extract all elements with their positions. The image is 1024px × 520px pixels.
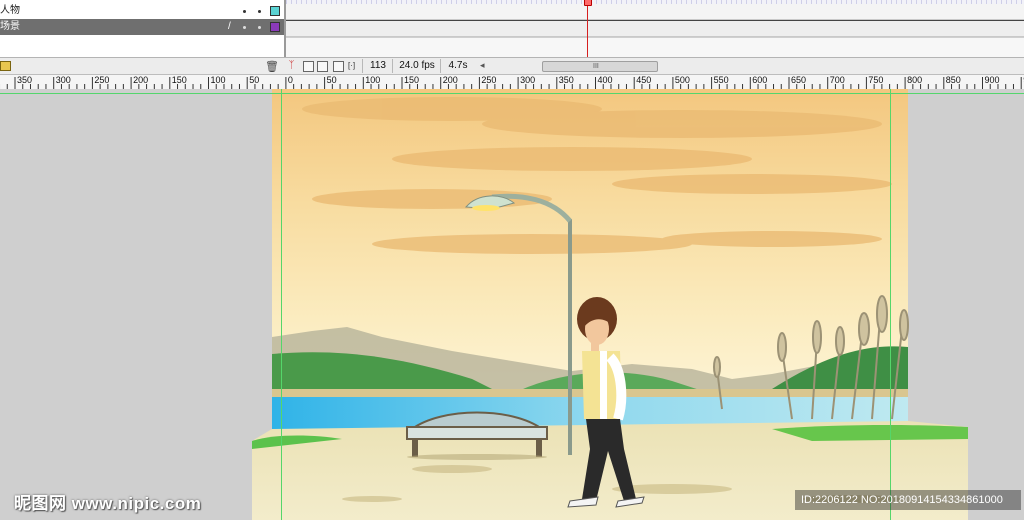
scrollbar-grip: III xyxy=(593,63,599,70)
layer-row-background[interactable]: 场景 / xyxy=(0,19,284,35)
ruler-label: 550 xyxy=(713,75,729,85)
edit-multiple-frames-icon[interactable] xyxy=(333,61,344,72)
playhead[interactable] xyxy=(587,0,588,57)
visibility-dot-icon[interactable] xyxy=(243,10,246,13)
frame-row[interactable] xyxy=(286,4,1024,20)
new-folder-icon[interactable] xyxy=(0,61,11,71)
layer-name: 人物 xyxy=(0,5,20,16)
image-id-overlay: ID:2206122 NO:20180914154334861000 xyxy=(795,490,1021,510)
guide-line-vertical[interactable] xyxy=(281,89,282,520)
pencil-icon: / xyxy=(228,21,231,32)
trash-icon[interactable]: 🗑 xyxy=(265,60,279,73)
modify-onion-markers-icon[interactable]: [·] xyxy=(347,61,356,70)
ruler-label: 900 xyxy=(984,75,1000,85)
ruler-label: 600 xyxy=(752,75,768,85)
layer-outline-color-swatch[interactable] xyxy=(270,22,280,32)
layer-toolbar: 🗑 xyxy=(0,57,284,75)
ruler-label: 0 xyxy=(287,75,293,85)
scene-illustration xyxy=(252,89,968,520)
onion-skin-icon[interactable] xyxy=(303,61,314,72)
ruler-label: 250 xyxy=(481,75,497,85)
guide-line-vertical[interactable] xyxy=(890,89,891,520)
ruler-label: 150 xyxy=(404,75,420,85)
frames-empty-area xyxy=(286,37,1024,58)
horizontal-ruler: 350 300 250 200 150 100 50 0 50 100 150 200 250 300 35… xyxy=(0,74,1024,90)
ruler-label: 100 xyxy=(365,75,381,85)
frames-area[interactable] xyxy=(286,0,1024,58)
ruler-label: 200 xyxy=(442,75,458,85)
frame-row[interactable] xyxy=(286,20,1024,37)
playhead-handle[interactable] xyxy=(584,0,592,6)
ruler-label: 400 xyxy=(597,75,613,85)
ruler-label: 800 xyxy=(907,75,923,85)
ruler-label: 300 xyxy=(55,75,71,85)
ruler-label: 650 xyxy=(791,75,807,85)
timeline-status-bar: ᛉ [·] 113 24.0 fps 4.7s ◂ III xyxy=(284,57,1024,75)
guide-line-horizontal[interactable] xyxy=(0,93,1024,94)
ruler-label: 250 xyxy=(94,75,110,85)
ruler-label: 350 xyxy=(17,75,33,85)
ruler-label: 50 xyxy=(326,75,337,85)
lock-dot-icon[interactable] xyxy=(258,10,261,13)
ruler-label: 200 xyxy=(133,75,149,85)
center-frame-icon[interactable]: ᛉ xyxy=(287,61,296,71)
onion-skin-outlines-icon[interactable] xyxy=(317,61,328,72)
lock-dot-icon[interactable] xyxy=(258,26,261,29)
stage[interactable] xyxy=(0,89,1024,520)
timeline-panel: 人物 场景 / 🗑 ᛉ [·] 113 24.0 fps 4.7s ◂ III xyxy=(0,0,1024,75)
scroll-left-arrow-icon[interactable]: ◂ xyxy=(480,60,485,71)
layer-name: 场景 xyxy=(0,21,20,32)
elapsed-time-field: 4.7s xyxy=(440,59,475,73)
ruler-label: 300 xyxy=(520,75,536,85)
ruler-label: 500 xyxy=(674,75,690,85)
scene-artwork xyxy=(252,89,968,520)
ruler-label: 150 xyxy=(171,75,187,85)
ruler-label: 850 xyxy=(945,75,961,85)
ruler-label: 50 xyxy=(249,75,260,85)
current-frame-field[interactable]: 113 xyxy=(362,59,393,73)
frame-rate-field[interactable]: 24.0 fps xyxy=(392,59,441,73)
watermark: 昵图网 www.nipic.com xyxy=(14,494,202,513)
ruler-label: 350 xyxy=(558,75,574,85)
ruler-label: 100 xyxy=(210,75,226,85)
ruler-label: 700 xyxy=(829,75,845,85)
ruler-label: 450 xyxy=(636,75,652,85)
ruler-label: 750 xyxy=(868,75,884,85)
visibility-dot-icon[interactable] xyxy=(243,26,246,29)
layer-outline-color-swatch[interactable] xyxy=(270,6,280,16)
layer-row-characters[interactable]: 人物 xyxy=(0,3,284,19)
timeline-horizontal-scrollbar[interactable]: III xyxy=(542,61,658,72)
